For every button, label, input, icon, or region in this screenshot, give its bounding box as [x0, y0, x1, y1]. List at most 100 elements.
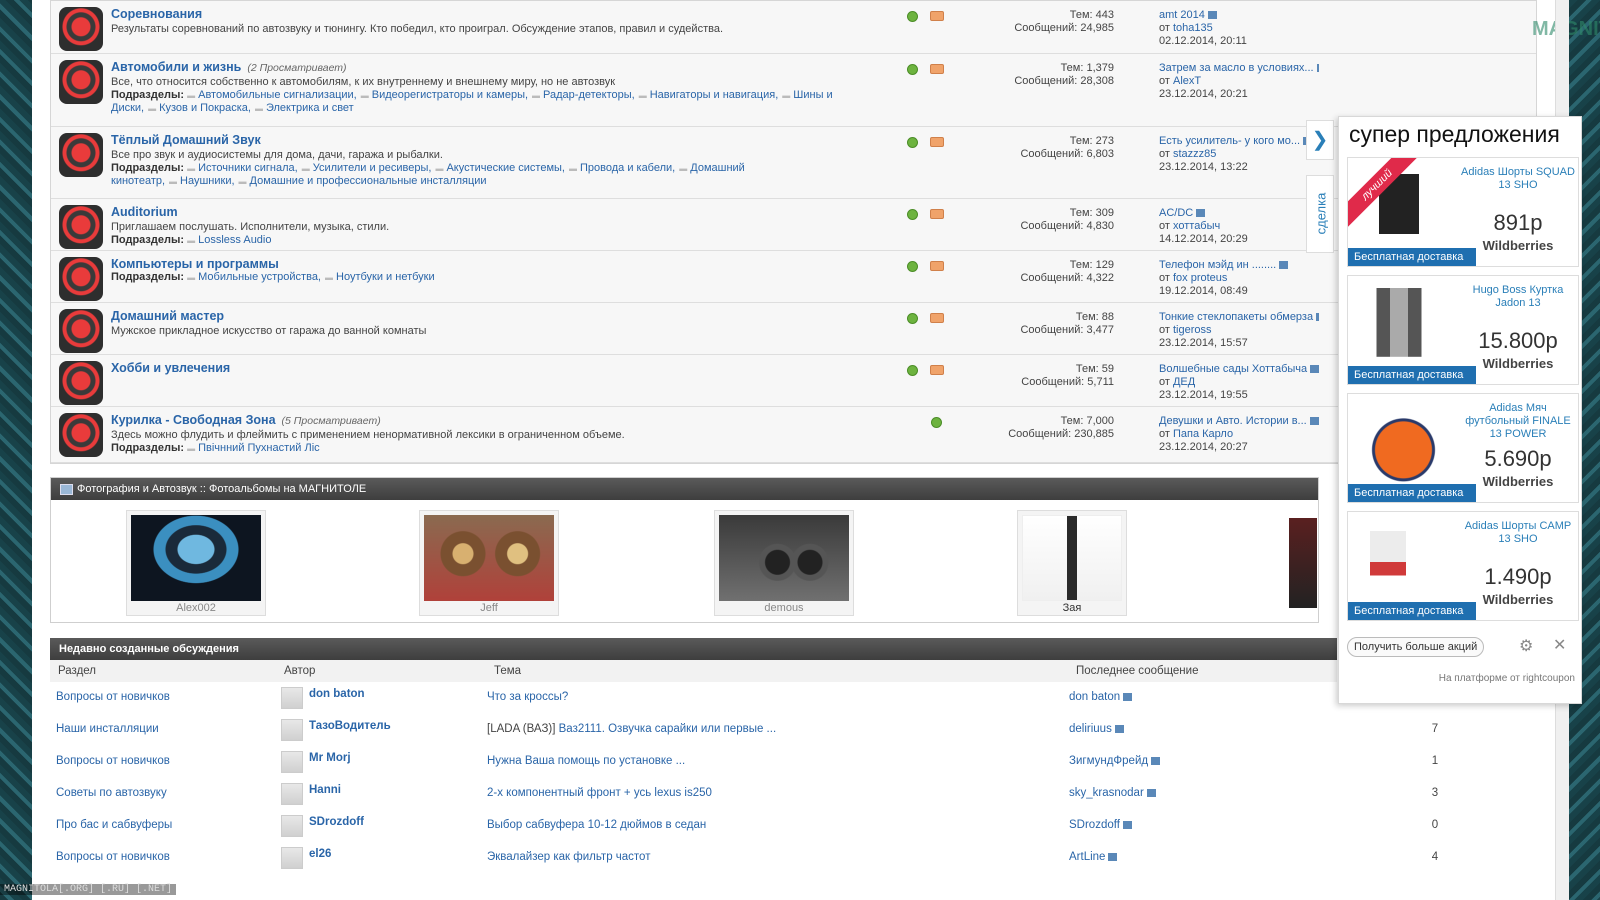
offer-image[interactable]	[1354, 282, 1444, 368]
go-to-post-icon[interactable]	[1310, 365, 1319, 374]
subforum-link[interactable]: Ноутбуки и нетбуки	[325, 271, 435, 283]
gallery-photo-partial[interactable]	[1289, 518, 1317, 608]
forum-icon[interactable]	[59, 7, 103, 51]
last-post-user[interactable]: toha135	[1173, 22, 1213, 34]
subforum-link[interactable]: Источники сигнала,	[187, 162, 298, 174]
offer-name[interactable]: Hugo Boss Куртка Jadon 13	[1460, 284, 1576, 310]
avatar[interactable]	[281, 847, 303, 869]
offer-name[interactable]: Adidas Шорты CAMP 13 SHO	[1460, 520, 1576, 546]
forum-icon[interactable]	[59, 133, 103, 177]
row-section-link[interactable]: Вопросы от новичков	[56, 851, 170, 863]
gallery-title[interactable]: Фотография и Автозвук :: Фотоальбомы на …	[51, 478, 1318, 500]
subforum-link[interactable]: Кузов и Покраска,	[148, 102, 251, 114]
row-author-link[interactable]: el26	[309, 848, 331, 860]
forum-icon[interactable]	[59, 361, 103, 405]
photo-image[interactable]	[1022, 515, 1122, 601]
last-post-title[interactable]: amt 2014	[1159, 9, 1205, 21]
row-topic-link[interactable]: Ваз2111. Озвучка сарайки или первые ...	[559, 723, 777, 735]
last-post-title[interactable]: Затрем за масло в условиях...	[1159, 62, 1314, 74]
forum-icon[interactable]	[59, 257, 103, 301]
subforum-link[interactable]: Провода и кабели,	[569, 162, 675, 174]
subforum-link[interactable]: Акустические системы,	[435, 162, 565, 174]
subforum-link[interactable]: Видеорегистраторы и камеры,	[361, 89, 528, 101]
forum-title[interactable]: Auditorium	[111, 205, 178, 219]
go-to-post-icon[interactable]	[1151, 756, 1161, 765]
avatar[interactable]	[281, 783, 303, 805]
rss-feed-icon[interactable]	[930, 313, 944, 323]
promo-offer[interactable]: Adidas Шорты CAMP 13 SHO 1.490р Wildberr…	[1347, 511, 1579, 621]
subforum-link[interactable]: Усилители и ресиверы,	[302, 162, 432, 174]
subforum-link[interactable]: Автомобильные сигнализации,	[187, 89, 357, 101]
go-to-post-icon[interactable]	[1316, 64, 1319, 73]
row-section-link[interactable]: Вопросы от новичков	[56, 755, 170, 767]
avatar[interactable]	[281, 719, 303, 741]
forum-title[interactable]: Автомобили и жизнь	[111, 60, 241, 74]
avatar[interactable]	[281, 751, 303, 773]
forum-icon[interactable]	[59, 309, 103, 353]
forum-title[interactable]: Домашний мастер	[111, 309, 224, 323]
promo-offer[interactable]: лучший Adidas Шорты SQUAD 13 SHO 891р Wi…	[1347, 157, 1579, 267]
go-to-post-icon[interactable]	[1316, 313, 1319, 322]
go-to-post-icon[interactable]	[1279, 261, 1289, 270]
last-post-title[interactable]: Тонкие стеклопакеты обмерза	[1159, 311, 1313, 323]
row-topic-link[interactable]: Эквалайзер как фильтр частот	[487, 851, 650, 863]
row-section-link[interactable]: Про бас и сабвуферы	[56, 819, 172, 831]
forum-icon[interactable]	[59, 413, 103, 457]
offer-image[interactable]	[1354, 400, 1444, 486]
close-icon[interactable]: ✕	[1553, 635, 1566, 655]
photo-caption[interactable]: Зая	[1022, 602, 1122, 614]
photo-image[interactable]	[131, 515, 261, 601]
offer-name[interactable]: Adidas Шорты SQUAD 13 SHO	[1460, 166, 1576, 192]
promo-collapse-arrow-icon[interactable]: ❯	[1306, 120, 1334, 160]
forum-title[interactable]: Хобби и увлечения	[111, 361, 230, 375]
last-post-title[interactable]: AC/DC	[1159, 207, 1193, 219]
last-post-user[interactable]: AlexT	[1173, 75, 1201, 87]
forum-title[interactable]: Тёплый Домашний Звук	[111, 133, 261, 147]
last-post-user[interactable]: stazzz85	[1173, 148, 1216, 160]
photo-image[interactable]	[424, 515, 554, 601]
photo-image[interactable]	[719, 515, 849, 601]
row-last-user-link[interactable]: SDrozdoff	[1069, 819, 1120, 831]
row-last-user-link[interactable]: deliriuus	[1069, 723, 1112, 735]
last-post-title[interactable]: Телефон мэйд ин ........	[1159, 259, 1276, 271]
row-section-link[interactable]: Вопросы от новичков	[56, 691, 170, 703]
subforum-link[interactable]: Наушники,	[169, 175, 235, 187]
photo-caption[interactable]: Alex002	[131, 602, 261, 614]
promo-deal-tab[interactable]: сделка	[1306, 175, 1334, 253]
last-post-title[interactable]: Есть усилитель- у кого мо...	[1159, 135, 1300, 147]
go-to-post-icon[interactable]	[1196, 209, 1206, 218]
subforum-link[interactable]: Навигаторы и навигация,	[639, 89, 779, 101]
rss-feed-icon[interactable]	[930, 64, 944, 74]
gallery-photo[interactable]: Jeff	[419, 510, 559, 616]
last-post-user[interactable]: fox proteus	[1173, 272, 1227, 284]
gallery-photo[interactable]: Alex002	[126, 510, 266, 616]
go-to-post-icon[interactable]	[1123, 692, 1133, 701]
row-last-user-link[interactable]: ArtLine	[1069, 851, 1105, 863]
rss-feed-icon[interactable]	[930, 261, 944, 271]
row-topic-link[interactable]: Что за кроссы?	[487, 691, 568, 703]
row-author-link[interactable]: SDrozdoff	[309, 816, 364, 828]
settings-gear-icon[interactable]: ⚙	[1519, 636, 1533, 656]
last-post-title[interactable]: Волшебные сады Хоттабыча	[1159, 363, 1307, 375]
offer-image[interactable]	[1354, 518, 1444, 604]
last-post-user[interactable]: tigeross	[1173, 324, 1212, 336]
promo-offer[interactable]: Adidas Мяч футбольный FINALE 13 POWER 5.…	[1347, 393, 1579, 503]
subforum-link[interactable]: Мобильные устройства,	[187, 271, 321, 283]
rss-feed-icon[interactable]	[930, 209, 944, 219]
forum-title[interactable]: Компьютеры и программы	[111, 257, 279, 271]
go-to-post-icon[interactable]	[1207, 11, 1217, 20]
photo-caption[interactable]: demous	[719, 602, 849, 614]
row-last-user-link[interactable]: sky_krasnodar	[1069, 787, 1144, 799]
go-to-post-icon[interactable]	[1108, 852, 1118, 861]
go-to-post-icon[interactable]	[1122, 820, 1132, 829]
subforum-link[interactable]: Пвічнний Пухнастий Ліс	[187, 442, 320, 454]
subforum-link[interactable]: Радар-детекторы,	[532, 89, 635, 101]
last-post-title[interactable]: Девушки и Авто. Истории в...	[1159, 415, 1307, 427]
gallery-photo[interactable]: demous	[714, 510, 854, 616]
rss-feed-icon[interactable]	[930, 11, 944, 21]
last-post-user[interactable]: Папа Карло	[1173, 428, 1233, 440]
forum-title[interactable]: Курилка - Свободная Зона	[111, 413, 276, 427]
subforum-link[interactable]: Lossless Audio	[187, 234, 271, 246]
row-topic-link[interactable]: Выбор сабвуфера 10-12 дюймов в седан	[487, 819, 706, 831]
last-post-user[interactable]: ДЕД	[1173, 376, 1195, 388]
